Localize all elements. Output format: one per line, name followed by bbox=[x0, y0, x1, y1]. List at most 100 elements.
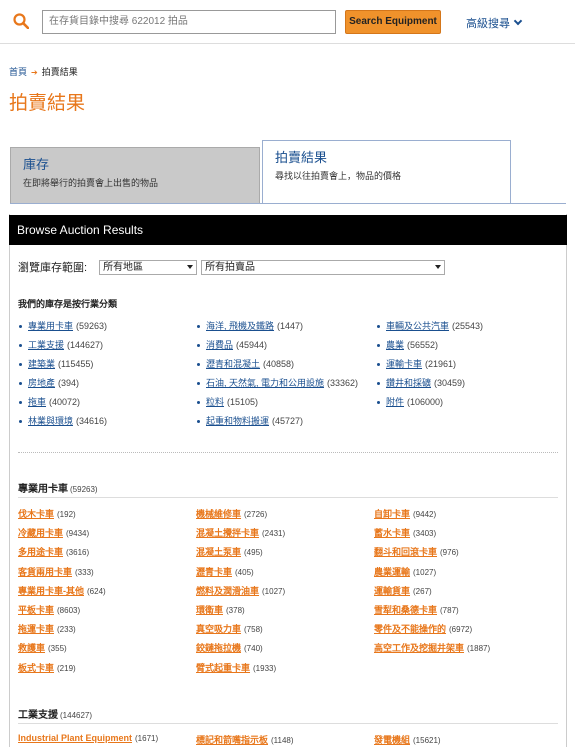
category-link[interactable]: 救護車 bbox=[18, 643, 45, 653]
industry-link[interactable]: 消費品 bbox=[206, 340, 233, 350]
category-link[interactable]: 板式卡車 bbox=[18, 663, 54, 673]
category-cell: 農業運輸 (1027) bbox=[374, 565, 552, 584]
page-title: 拍賣結果 bbox=[9, 93, 86, 114]
search-input[interactable]: 在存貨目錄中搜尋 622012 拍品 bbox=[42, 10, 336, 34]
industry-count: (40858) bbox=[263, 359, 295, 369]
category-link[interactable]: 瀝青卡車 bbox=[196, 567, 232, 577]
category-link[interactable]: 真空吸力車 bbox=[196, 624, 241, 634]
category-cell: 標記和箭嘴指示板 (1148) bbox=[196, 733, 374, 747]
item-select-value: 所有拍賣品 bbox=[205, 261, 256, 273]
industry-link[interactable]: 鑽井和採礦 bbox=[386, 378, 431, 388]
category-row: 板式卡車 (219) 臂式起重卡車 (1933) bbox=[18, 661, 563, 680]
dropdown-arrow-icon bbox=[435, 264, 442, 269]
industry-count: (45727) bbox=[272, 416, 304, 426]
category-link[interactable]: 環衛車 bbox=[196, 605, 223, 615]
industry-link[interactable]: 海洋, 飛機及鐵路 bbox=[206, 321, 274, 331]
industry-link[interactable]: 工業支援 bbox=[28, 340, 64, 350]
category-link[interactable]: 農業運輸 bbox=[374, 567, 410, 577]
category-link[interactable]: 翻斗和回滾卡車 bbox=[374, 547, 437, 557]
category-cell: 蓄水卡車 (3403) bbox=[374, 526, 552, 545]
tab-inventory-title: 庫存 bbox=[23, 157, 50, 172]
industry-item: 運輸卡車 (21961) bbox=[376, 358, 556, 370]
category-link[interactable]: 拖運卡車 bbox=[18, 624, 54, 634]
category-link[interactable]: Industrial Plant Equipment bbox=[18, 733, 132, 743]
category-cell: 專業用卡車-其他 (624) bbox=[18, 584, 196, 603]
category-link[interactable]: 標記和箭嘴指示板 bbox=[196, 735, 268, 745]
category-link[interactable]: 雪犁和桑德卡車 bbox=[374, 605, 437, 615]
category-count: (1933) bbox=[253, 663, 277, 673]
category-cell: 機械維修車 (2726) bbox=[196, 507, 374, 526]
section-title: 專業用卡車 (59263) bbox=[18, 480, 98, 495]
industry-link[interactable]: 起重和物料搬運 bbox=[206, 416, 269, 426]
industry-link[interactable]: 石油, 天然氣, 電力和公用設施 bbox=[206, 378, 324, 388]
industry-link[interactable]: 拖車 bbox=[28, 397, 46, 407]
category-row: 多用途卡車 (3616) 混凝土泵車 (495) 翻斗和回滾卡車 (976) bbox=[18, 545, 563, 564]
industry-link[interactable]: 車輛及公共汽車 bbox=[386, 321, 449, 331]
category-cell: 臂式起重卡車 (1933) bbox=[196, 661, 374, 680]
industry-link[interactable]: 粒料 bbox=[206, 397, 224, 407]
category-link[interactable]: 混凝土攪拌卡車 bbox=[196, 528, 259, 538]
category-link[interactable]: 零件及不能操作的 bbox=[374, 624, 446, 634]
tab-auction-results-title: 拍賣結果 bbox=[275, 150, 328, 165]
category-link[interactable]: 冷藏用卡車 bbox=[18, 528, 63, 538]
category-cell: 冷藏用卡車 (9434) bbox=[18, 526, 196, 545]
category-count: (976) bbox=[440, 548, 459, 558]
industry-link[interactable]: 農業 bbox=[386, 340, 404, 350]
dropdown-arrow-icon bbox=[187, 264, 194, 269]
region-select[interactable]: 所有地區 bbox=[99, 259, 198, 275]
category-row: 平板卡車 (8603) 環衛車 (378) 雪犁和桑德卡車 (787) bbox=[18, 603, 563, 622]
industry-count: (394) bbox=[58, 378, 80, 388]
category-link[interactable]: 蓄水卡車 bbox=[374, 528, 410, 538]
industry-link[interactable]: 瀝青和混凝土 bbox=[206, 359, 260, 369]
industry-link[interactable]: 建築業 bbox=[28, 359, 55, 369]
industry-count: (40072) bbox=[49, 397, 81, 407]
item-select[interactable]: 所有拍賣品 bbox=[201, 259, 446, 275]
industry-link[interactable]: 林業與環境 bbox=[28, 416, 73, 426]
search-equipment-button[interactable]: Search Equipment bbox=[345, 10, 441, 34]
category-link[interactable]: 平板卡車 bbox=[18, 605, 54, 615]
industry-link[interactable]: 運輸卡車 bbox=[386, 359, 422, 369]
industry-item: 消費品 (45944) bbox=[196, 339, 371, 351]
category-link[interactable]: 客貨兩用卡車 bbox=[18, 567, 72, 577]
category-link[interactable]: 機械維修車 bbox=[196, 509, 241, 519]
industry-column: 海洋, 飛機及鐵路 (1447) 消費品 (45944) 瀝青和混凝土 (40858) 石油… bbox=[196, 320, 371, 434]
industry-item: 瀝青和混凝土 (40858) bbox=[196, 358, 371, 370]
industry-item: 林業與環境 (34616) bbox=[18, 415, 193, 427]
category-cell: 板式卡車 (219) bbox=[18, 661, 196, 680]
section-title-text: 專業用卡車 bbox=[18, 484, 68, 495]
tab-inventory[interactable]: 庫存 在即將舉行的拍賣會上出售的物品 bbox=[10, 147, 260, 203]
category-link[interactable]: 發電機組 bbox=[374, 735, 410, 745]
category-link[interactable]: 多用途卡車 bbox=[18, 547, 63, 557]
category-cell: 自卸卡車 (9442) bbox=[374, 507, 552, 526]
industry-count: (115455) bbox=[58, 359, 94, 369]
industry-item: 車輛及公共汽車 (25543) bbox=[376, 320, 556, 332]
industry-count: (45944) bbox=[236, 340, 268, 350]
advanced-search-link[interactable]: 高級搜尋 bbox=[466, 15, 523, 31]
category-count: (9434) bbox=[66, 529, 90, 539]
category-link[interactable]: 臂式起重卡車 bbox=[196, 663, 250, 673]
tab-auction-results[interactable]: 拍賣結果 尋找以往拍賣會上，物品的價格 bbox=[262, 140, 511, 204]
industry-link[interactable]: 附件 bbox=[386, 397, 404, 407]
category-link[interactable]: 自卸卡車 bbox=[374, 509, 410, 519]
industry-link[interactable]: 專業用卡車 bbox=[28, 321, 73, 331]
industry-item: 海洋, 飛機及鐵路 (1447) bbox=[196, 320, 371, 332]
breadcrumb-home[interactable]: 首頁 bbox=[9, 67, 27, 77]
category-link[interactable]: 伐木卡車 bbox=[18, 509, 54, 519]
tab-auction-results-subtitle: 尋找以往拍賣會上，物品的價格 bbox=[275, 171, 402, 181]
category-link[interactable]: 高空工作及挖掘井架車 bbox=[374, 643, 464, 653]
search-icon[interactable] bbox=[13, 13, 29, 29]
category-link[interactable]: 燃料及潤滑油車 bbox=[196, 586, 259, 596]
section-rule bbox=[18, 722, 558, 724]
panel-header: Browse Auction Results bbox=[9, 215, 567, 245]
category-cell: 救護車 (355) bbox=[18, 641, 196, 660]
industry-link[interactable]: 房地產 bbox=[28, 378, 55, 388]
industry-item: 石油, 天然氣, 電力和公用設施 (33362) bbox=[196, 377, 371, 389]
category-link[interactable]: 專業用卡車-其他 bbox=[18, 586, 84, 596]
category-count: (2431) bbox=[262, 529, 286, 539]
category-count: (1671) bbox=[135, 733, 159, 743]
category-link[interactable]: 鉸鏈拖拉機 bbox=[196, 643, 241, 653]
category-link[interactable]: 運輸貨車 bbox=[374, 586, 410, 596]
category-cell: Industrial Plant Equipment (1671) bbox=[18, 733, 196, 747]
category-link[interactable]: 混凝土泵車 bbox=[196, 547, 241, 557]
category-cell: 伐木卡車 (192) bbox=[18, 507, 196, 526]
